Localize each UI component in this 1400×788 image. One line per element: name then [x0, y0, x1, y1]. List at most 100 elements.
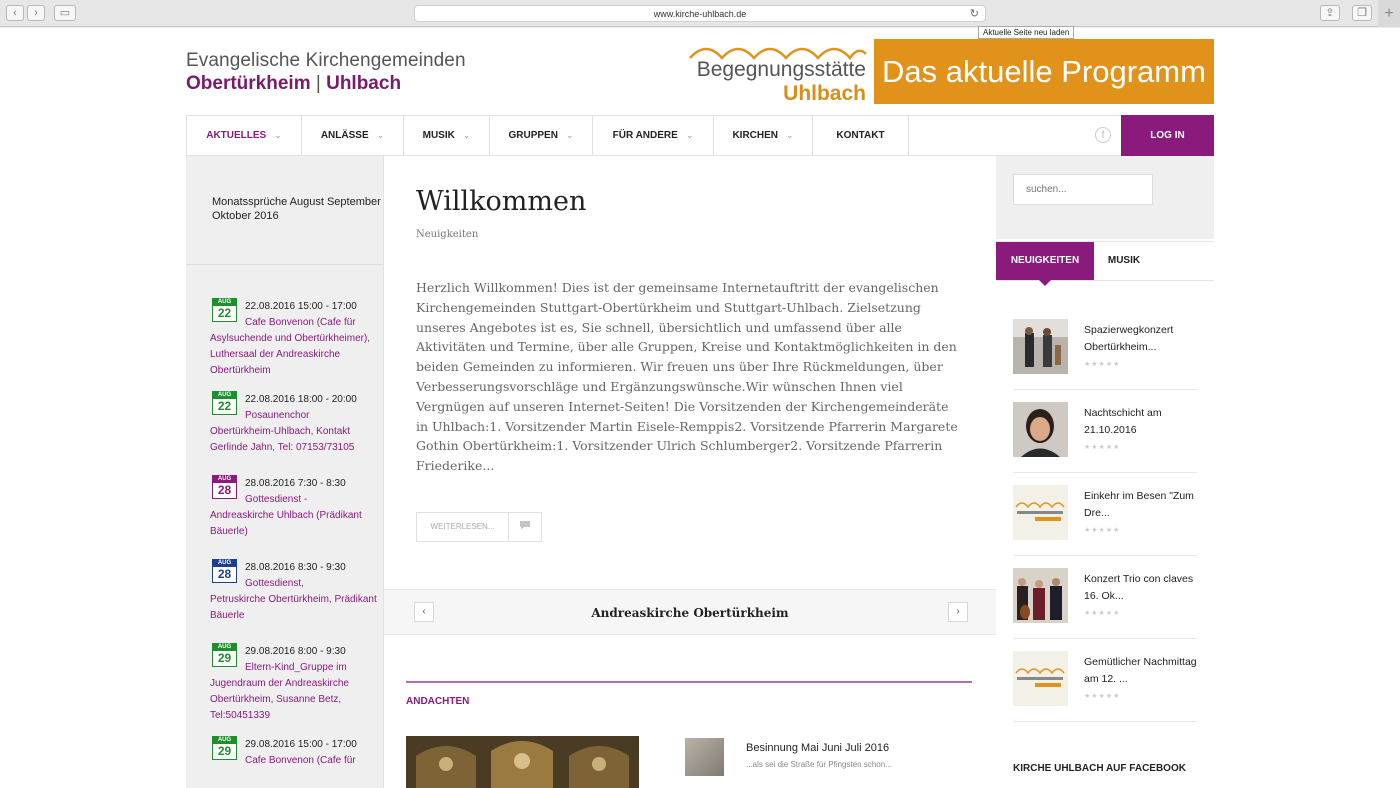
nav-label: AKTUELLES: [206, 130, 267, 141]
chevron-down-icon: ⌄: [274, 130, 282, 140]
nav-item-kirchen[interactable]: KIRCHEN ⌄: [714, 116, 813, 155]
rating-stars-icon: ★★★★★: [1084, 444, 1121, 451]
begegnungsstaette-logo[interactable]: Begegnungsstätte Uhlbach: [684, 38, 870, 106]
news-title[interactable]: Konzert Trio con claves 16. Ok...: [1084, 571, 1199, 605]
reload-icon[interactable]: ↻: [970, 6, 979, 22]
chevron-down-icon: ⌄: [685, 130, 694, 140]
andachten-heading: ANDACHTEN: [406, 696, 470, 707]
news-item[interactable]: Spazierwegkonzert Obertürkheim... ★★★★★: [1013, 307, 1197, 390]
search-input[interactable]: [1013, 174, 1153, 205]
calendar-month: AUG: [212, 298, 237, 306]
back-button[interactable]: ‹: [6, 5, 24, 21]
event-title-continued[interactable]: Asylsuchende und Obertürkheimer), Luther…: [210, 331, 383, 379]
post-title[interactable]: Willkommen: [416, 186, 586, 217]
forward-button[interactable]: ›: [27, 5, 45, 21]
tab-neuigkeiten[interactable]: NEUIGKEITEN: [996, 242, 1094, 286]
address-bar[interactable]: www.kirche-uhlbach.de ↻: [414, 5, 986, 22]
event-item[interactable]: AUG 22 22.08.2016 18:00 - 20:00 Posaunen…: [210, 391, 383, 463]
event-title-continued[interactable]: Obertürkheim-Uhlbach, Kontakt Gerlinde J…: [210, 424, 383, 456]
rating-stars-icon: ★★★★★: [1084, 361, 1121, 368]
calendar-month: AUG: [212, 736, 237, 744]
post-category[interactable]: Neuigkeiten: [416, 229, 478, 240]
nav-item-gruppen[interactable]: GRUPPEN ⌄: [490, 116, 593, 155]
events-sidebar: Monatssprüche August September Oktober 2…: [186, 156, 384, 788]
site-brand[interactable]: Evangelische Kirchengemeinden Obertürkhe…: [186, 50, 466, 95]
event-item[interactable]: AUG 29 29.08.2016 8:00 - 9:30 Eltern-Kin…: [210, 643, 383, 724]
calendar-month: AUG: [212, 559, 237, 567]
calendar-icon: AUG 22: [212, 298, 237, 322]
news-title[interactable]: Nachtschicht am 21.10.2016: [1084, 405, 1199, 439]
news-title[interactable]: Gemütlicher Nachmittag am 12. ...: [1084, 654, 1199, 688]
tab-musik[interactable]: MUSIK: [1094, 242, 1154, 280]
news-item[interactable]: Gemütlicher Nachmittag am 12. ... ★★★★★: [1013, 639, 1197, 722]
nav-label: GRUPPEN: [508, 130, 558, 141]
andacht-thumbnail[interactable]: [685, 738, 724, 776]
comment-icon[interactable]: [509, 513, 541, 541]
nav-item-kontakt[interactable]: KONTAKT: [813, 116, 909, 155]
news-thumbnail[interactable]: [1013, 651, 1068, 706]
calendar-day: 29: [212, 651, 237, 667]
event-item[interactable]: AUG 28 28.08.2016 7:30 - 8:30 Gottesdien…: [210, 475, 383, 547]
rating-stars-icon: ★★★★★: [1084, 527, 1121, 534]
event-title-continued[interactable]: Jugendraum der Andreaskirche Obertürkhei…: [210, 676, 383, 724]
chevron-right-icon[interactable]: ›: [948, 602, 968, 622]
brand-line2: Obertürkheim | Uhlbach: [186, 73, 466, 95]
news-thumbnail[interactable]: [1013, 319, 1068, 374]
event-item[interactable]: AUG 28 28.08.2016 8:30 - 9:30 Gottesdien…: [210, 559, 383, 631]
logo-word1: Begegnungsstätte: [696, 58, 866, 81]
calendar-day: 22: [212, 399, 237, 415]
search-area: [996, 156, 1214, 239]
nav-item-aktuelles[interactable]: AKTUELLES ⌄: [187, 116, 302, 155]
event-title-continued[interactable]: Petruskirche Obertürkheim, Prädikant Bäu…: [210, 592, 383, 624]
calendar-icon: AUG 28: [212, 475, 237, 499]
brand-separator: |: [315, 73, 321, 94]
news-title[interactable]: Spazierwegkonzert Obertürkheim...: [1084, 322, 1199, 356]
read-more-button[interactable]: WEITERLESEN...: [416, 512, 542, 542]
calendar-month: AUG: [212, 475, 237, 483]
nav-item-fuer-andere[interactable]: FÜR ANDERE ⌄: [593, 116, 714, 155]
event-title-continued[interactable]: Andreaskirche Uhlbach (Prädikant Bäuerle…: [210, 508, 383, 540]
brand-line1: Evangelische Kirchengemeinden: [186, 50, 466, 71]
news-thumbnail[interactable]: [1013, 568, 1068, 623]
rating-stars-icon: ★★★★★: [1084, 610, 1121, 617]
begegnungsstaette-logo-thumb: [1013, 651, 1068, 706]
nav-item-anlaesse[interactable]: ANLÄSSE ⌄: [302, 116, 404, 155]
sidebar-toggle-icon[interactable]: ▭: [54, 5, 76, 21]
share-icon[interactable]: ⇪: [1320, 5, 1340, 21]
event-item[interactable]: AUG 22 22.08.2016 15:00 - 17:00 Cafe Bon…: [210, 298, 383, 379]
facebook-icon[interactable]: f: [1095, 127, 1111, 143]
chevron-down-icon: ⌄: [565, 130, 574, 140]
url-text: www.kirche-uhlbach.de: [653, 9, 747, 19]
news-item[interactable]: Konzert Trio con claves 16. Ok... ★★★★★: [1013, 556, 1197, 639]
slider-title[interactable]: Andreaskirche Obertürkheim: [384, 590, 996, 636]
brand-obertuerkheim: Obertürkheim: [186, 73, 311, 94]
church-slider: Andreaskirche Obertürkheim ‹ ›: [384, 589, 996, 635]
calendar-icon: AUG 22: [212, 391, 237, 415]
main-content: Willkommen Neuigkeiten Herzlich Willkomm…: [384, 156, 996, 788]
begegnungsstaette-logo-thumb: [1013, 485, 1068, 540]
news-thumbnail[interactable]: [1013, 485, 1068, 540]
brand-uhlbach: Uhlbach: [326, 73, 402, 94]
news-item[interactable]: Einkehr im Besen "Zum Dre... ★★★★★: [1013, 473, 1197, 556]
arches-logo-icon: [689, 47, 867, 60]
trio-image: [1013, 568, 1068, 623]
news-title[interactable]: Einkehr im Besen "Zum Dre...: [1084, 488, 1199, 522]
chevron-left-icon[interactable]: ‹: [414, 602, 434, 622]
calendar-day: 28: [212, 483, 237, 499]
tabs-icon[interactable]: ❐: [1352, 5, 1372, 21]
chevron-down-icon: ⌄: [462, 130, 471, 140]
new-tab-button[interactable]: +: [1378, 0, 1400, 27]
nav-item-musik[interactable]: MUSIK ⌄: [404, 116, 490, 155]
calendar-icon: AUG 29: [212, 736, 237, 760]
andacht-title[interactable]: Besinnung Mai Juni Juli 2016: [746, 742, 889, 754]
section-divider: [406, 681, 972, 683]
news-thumbnail[interactable]: [1013, 402, 1068, 457]
news-item[interactable]: Nachtschicht am 21.10.2016 ★★★★★: [1013, 390, 1197, 473]
program-banner[interactable]: Das aktuelle Programm: [874, 39, 1214, 104]
church-interior-image[interactable]: [406, 736, 639, 788]
read-more-label: WEITERLESEN...: [417, 513, 509, 541]
event-item[interactable]: AUG 29 29.08.2016 15:00 - 17:00 Cafe Bon…: [210, 736, 383, 788]
login-button[interactable]: LOG IN: [1121, 115, 1214, 156]
monthly-verses-link[interactable]: Monatssprüche August September Oktober 2…: [186, 156, 383, 265]
news-list: Spazierwegkonzert Obertürkheim... ★★★★★ …: [996, 307, 1214, 722]
